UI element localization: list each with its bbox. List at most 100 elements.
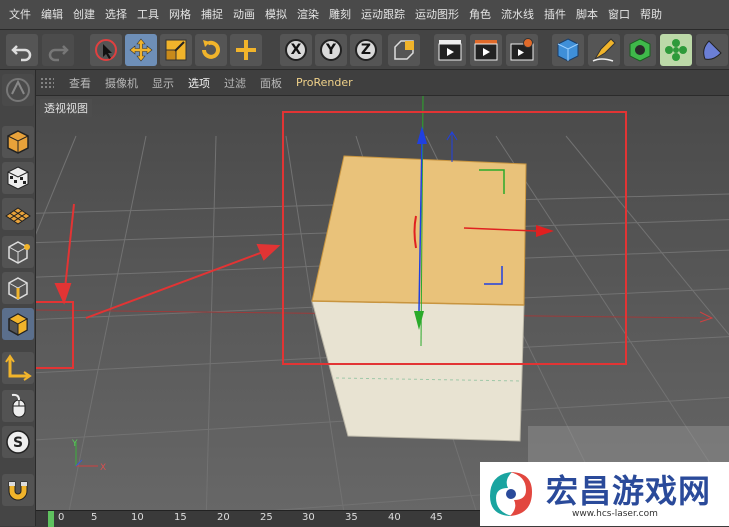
texture-mode-icon bbox=[7, 166, 29, 190]
deformer-icon bbox=[703, 40, 722, 60]
move-icon bbox=[129, 38, 153, 62]
snap-button[interactable]: S bbox=[2, 426, 34, 458]
menu-plugins[interactable]: 插件 bbox=[539, 0, 571, 30]
coordinate-system-icon bbox=[394, 40, 414, 60]
menu-tools[interactable]: 工具 bbox=[132, 0, 164, 30]
viewport-menu-filter[interactable]: 过滤 bbox=[217, 75, 253, 91]
z-axis-icon: Z bbox=[355, 39, 377, 61]
coordinate-system-button[interactable] bbox=[388, 34, 420, 66]
redo-button[interactable] bbox=[42, 34, 74, 66]
workplane-icon bbox=[5, 207, 31, 225]
timeline-tick: 0 bbox=[58, 512, 65, 523]
rotate-icon bbox=[202, 40, 220, 59]
menu-mograph[interactable]: 运动图形 bbox=[410, 0, 464, 30]
menu-edit[interactable]: 编辑 bbox=[36, 0, 68, 30]
x-axis-icon: X bbox=[285, 39, 307, 61]
viewport-menu-panel[interactable]: 面板 bbox=[253, 75, 289, 91]
menu-simulate[interactable]: 模拟 bbox=[260, 0, 292, 30]
undo-icon bbox=[11, 45, 32, 62]
tweak-icon bbox=[11, 393, 26, 418]
menu-snap[interactable]: 捕捉 bbox=[196, 0, 228, 30]
subdivision-icon bbox=[629, 38, 651, 62]
menu-select[interactable]: 选择 bbox=[100, 0, 132, 30]
cloner-icon bbox=[665, 39, 687, 61]
watermark-title: 宏昌游戏网 bbox=[546, 472, 712, 510]
timeline-tick: 25 bbox=[260, 512, 273, 523]
left-tool-palette: S bbox=[0, 70, 36, 526]
make-editable-button[interactable] bbox=[2, 74, 34, 106]
watermark: 宏昌游戏网 www.hcs-laser.com bbox=[480, 462, 729, 526]
viewport-menu-cameras[interactable]: 摄像机 bbox=[98, 75, 145, 91]
perspective-viewport[interactable]: Y X bbox=[36, 96, 729, 510]
texture-mode-icon bbox=[7, 130, 29, 154]
axis-mode-button[interactable] bbox=[2, 352, 34, 384]
menu-pipeline[interactable]: 流水线 bbox=[496, 0, 539, 30]
polygons-mode-button[interactable] bbox=[2, 308, 34, 340]
menu-help[interactable]: 帮助 bbox=[635, 0, 667, 30]
workplane-button[interactable] bbox=[2, 198, 34, 230]
main-toolbar: X Y Z bbox=[0, 30, 729, 70]
points-mode-button[interactable] bbox=[2, 236, 34, 268]
view-axis-x-label: X bbox=[100, 463, 106, 473]
timeline-tick: 10 bbox=[131, 512, 144, 523]
cube-object-button[interactable] bbox=[552, 34, 584, 66]
magnet-tool-button[interactable] bbox=[2, 474, 34, 506]
live-selection-tool-button[interactable] bbox=[230, 34, 262, 66]
menu-file[interactable]: 文件 bbox=[4, 0, 36, 30]
menu-sculpt[interactable]: 雕刻 bbox=[324, 0, 356, 30]
timeline-tick: 5 bbox=[91, 512, 98, 523]
edges-mode-button[interactable] bbox=[2, 272, 34, 304]
render-view-button[interactable] bbox=[434, 34, 466, 66]
menu-character[interactable]: 角色 bbox=[464, 0, 496, 30]
render-picture-viewer-icon bbox=[474, 40, 498, 61]
scale-tool-button[interactable] bbox=[160, 34, 192, 66]
viewport-menu-display[interactable]: 显示 bbox=[145, 75, 181, 91]
render-settings-icon bbox=[510, 38, 534, 61]
axis-icon bbox=[5, 354, 32, 381]
menu-create[interactable]: 创建 bbox=[68, 0, 100, 30]
render-view-icon bbox=[438, 40, 462, 61]
pen-tool-button[interactable] bbox=[588, 34, 620, 66]
snap-icon: S bbox=[6, 430, 30, 454]
menu-window[interactable]: 窗口 bbox=[603, 0, 635, 30]
timeline-tick: 45 bbox=[430, 512, 443, 523]
polygons-mode-icon bbox=[7, 313, 29, 336]
watermark-logo-icon bbox=[490, 472, 532, 516]
svg-text:S: S bbox=[13, 435, 23, 451]
viewport-menu-options[interactable]: 选项 bbox=[181, 75, 217, 91]
undo-button[interactable] bbox=[6, 34, 38, 66]
cube-icon bbox=[557, 38, 579, 62]
menu-motion-tracking[interactable]: 运动跟踪 bbox=[356, 0, 410, 30]
menu-bar: 文件 编辑 创建 选择 工具 网格 捕捉 动画 模拟 渲染 雕刻 运动跟踪 运动… bbox=[0, 0, 729, 30]
render-settings-button[interactable] bbox=[506, 34, 538, 66]
watermark-url: www.hcs-laser.com bbox=[572, 509, 658, 519]
pen-icon bbox=[592, 38, 616, 62]
viewport-menu-view[interactable]: 查看 bbox=[62, 75, 98, 91]
timeline-tick: 20 bbox=[217, 512, 230, 523]
deformer-button[interactable] bbox=[696, 34, 728, 66]
tweak-mode-button[interactable] bbox=[2, 390, 34, 422]
cloner-button[interactable] bbox=[660, 34, 692, 66]
menu-script[interactable]: 脚本 bbox=[571, 0, 603, 30]
viewport-canvas[interactable]: Y X bbox=[36, 96, 729, 510]
playhead[interactable] bbox=[48, 511, 54, 527]
viewport-menu-prorender[interactable]: ProRender bbox=[289, 76, 360, 89]
subdivision-surface-button[interactable] bbox=[624, 34, 656, 66]
texture-mode-button[interactable] bbox=[2, 126, 34, 158]
y-axis-lock-button[interactable]: Y bbox=[315, 34, 347, 66]
menu-mesh[interactable]: 网格 bbox=[164, 0, 196, 30]
x-axis-lock-button[interactable]: X bbox=[280, 34, 312, 66]
view-axis-y-label: Y bbox=[71, 439, 78, 449]
menu-render[interactable]: 渲染 bbox=[292, 0, 324, 30]
live-selection-icon bbox=[236, 40, 256, 60]
edges-mode-icon bbox=[8, 277, 28, 300]
drag-grip-icon[interactable] bbox=[40, 76, 54, 89]
move-tool-button[interactable] bbox=[125, 34, 157, 66]
model-mode-button[interactable] bbox=[2, 162, 34, 194]
menu-animate[interactable]: 动画 bbox=[228, 0, 260, 30]
render-picture-viewer-button[interactable] bbox=[470, 34, 502, 66]
rotate-tool-button[interactable] bbox=[195, 34, 227, 66]
select-tool-button[interactable] bbox=[90, 34, 122, 66]
z-axis-lock-button[interactable]: Z bbox=[350, 34, 382, 66]
timeline-tick: 30 bbox=[302, 512, 315, 523]
